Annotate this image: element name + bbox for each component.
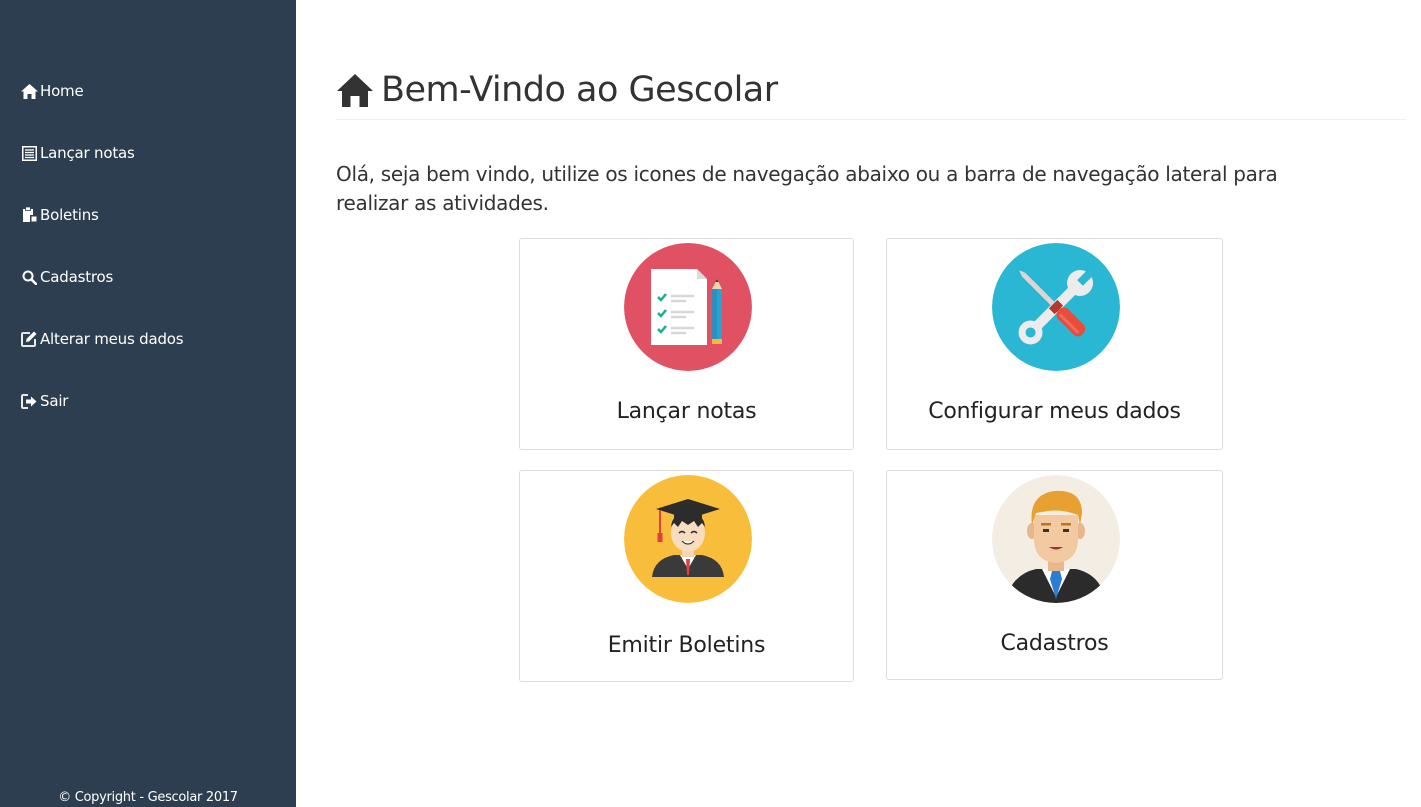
businessman-icon xyxy=(992,475,1120,603)
card-cadastros[interactable]: Cadastros xyxy=(886,470,1223,680)
card-label: Cadastros xyxy=(1000,631,1109,656)
card-label: Lançar notas xyxy=(616,399,757,424)
sidebar-item-label: Cadastros xyxy=(40,268,114,286)
home-icon xyxy=(20,82,38,100)
edit-icon xyxy=(20,330,38,348)
sidebar-item-label: Lançar notas xyxy=(40,144,135,162)
sidebar-item-alterar-dados[interactable]: Alterar meus dados xyxy=(20,327,184,351)
page-title: Bem-Vindo ao Gescolar xyxy=(381,69,778,110)
list-icon xyxy=(20,144,38,162)
tools-icon xyxy=(992,243,1120,371)
sidebar-item-label: Sair xyxy=(40,392,69,410)
card-label: Emitir Boletins xyxy=(607,633,766,658)
sidebar-item-cadastros[interactable]: Cadastros xyxy=(20,265,113,289)
main-content: Bem-Vindo ao Gescolar Olá, seja bem vind… xyxy=(296,0,1421,807)
sidebar-item-label: Alterar meus dados xyxy=(40,330,184,348)
sidebar-item-lancar-notas[interactable]: Lançar notas xyxy=(20,141,135,165)
grades-document-icon xyxy=(624,243,752,371)
search-icon xyxy=(20,268,38,286)
sidebar-item-sair[interactable]: Sair xyxy=(20,389,68,413)
card-label: Configurar meus dados xyxy=(928,399,1181,424)
sidebar-item-boletins[interactable]: Boletins xyxy=(20,203,99,227)
graduate-icon xyxy=(624,475,752,603)
card-configurar-dados[interactable]: Configurar meus dados xyxy=(886,238,1223,450)
home-icon xyxy=(336,71,374,109)
clipboard-icon xyxy=(20,206,38,224)
sidebar-item-home[interactable]: Home xyxy=(20,79,84,103)
page-header: Bem-Vindo ao Gescolar xyxy=(336,66,1406,120)
sidebar-item-label: Boletins xyxy=(40,206,99,224)
logout-icon xyxy=(20,392,38,410)
intro-text: Olá, seja bem vindo, utilize os icones d… xyxy=(336,162,1278,215)
copyright-text: © Copyright - Gescolar 2017 xyxy=(58,790,238,805)
card-emitir-boletins[interactable]: Emitir Boletins xyxy=(519,470,854,682)
sidebar: Home Lançar notas Boletins Cadastros Alt… xyxy=(0,0,296,807)
card-lancar-notas[interactable]: Lançar notas xyxy=(519,238,854,450)
sidebar-item-label: Home xyxy=(40,82,84,100)
